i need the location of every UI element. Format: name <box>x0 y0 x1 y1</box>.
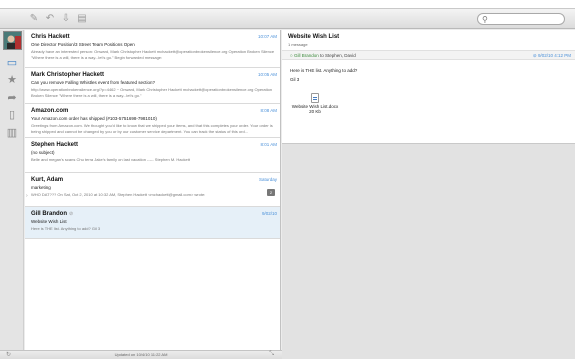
reader-sender[interactable]: Gill Brandon <box>294 53 319 58</box>
message-subject: Your Amazon.com order has shipped (#103-… <box>31 116 157 121</box>
header-sender-line: ○ Gill Brandon to Stephen, David <box>290 53 356 58</box>
message-sender: Gill Brandon <box>31 211 67 217</box>
body-signature: Gil 3 <box>290 77 300 82</box>
star-icon[interactable]: ★ <box>5 73 19 87</box>
message-sender: Stephen Hackett <box>31 142 79 148</box>
attachment-clip-icon: ⊘ <box>532 53 537 58</box>
body-line: Here is THE list. Anything to add? <box>290 68 358 73</box>
status-bar: ↻ Updated on 10/4/10 11:22 AM ⤡ <box>0 350 282 359</box>
message-date: 10:05 AM <box>257 72 277 77</box>
sent-icon[interactable]: ➦ <box>5 91 19 105</box>
message-sender-row: Gill Brandon ⊘ <box>31 211 275 217</box>
resize-handle-icon[interactable]: ⤡ <box>269 351 274 358</box>
list-item[interactable]: › Kurt, Adam Saturday marketing WHO DAT?… <box>25 173 280 207</box>
filter-icon[interactable]: ▤ <box>76 13 88 25</box>
toolbar: ✎ ↶ ⇩ ▤ ⚲ <box>0 9 575 29</box>
message-subject: Website Wish List <box>31 219 67 224</box>
message-sender: Mark Christopher Hackett <box>31 72 105 78</box>
paperclip-icon: ⊘ <box>69 211 74 217</box>
conversation-title: Website Wish List <box>288 34 340 40</box>
archive-icon[interactable]: ⇩ <box>60 13 72 25</box>
avatar[interactable] <box>3 31 22 50</box>
message-date: 8:01 AM <box>260 142 277 147</box>
reply-icon[interactable]: ↶ <box>44 13 56 25</box>
message-header[interactable]: ○ Gill Brandon to Stephen, David ⊘ 9/02/… <box>282 50 575 60</box>
list-item[interactable]: Stephen Hackett 8:01 AM (no subject) Bel… <box>25 138 280 173</box>
document-icon[interactable]: ▯ <box>5 108 19 122</box>
mail-window: ✎ ↶ ⇩ ▤ ⚲ ▭ ★ ➦ ▯ ▥ Chris Hackett 10:07 … <box>0 8 575 359</box>
message-subject: marketing <box>31 185 51 190</box>
sidebar: ▭ ★ ➦ ▯ ▥ <box>0 30 24 359</box>
message-body: Here is THE list. Anything to add? Gil 3 <box>290 66 357 84</box>
thread-chevron-icon[interactable]: › <box>26 193 28 199</box>
reader-recipients: to Stephen, David <box>318 53 356 58</box>
list-item-selected[interactable]: Gill Brandon ⊘ 9/02/10 Website Wish List … <box>25 207 280 239</box>
inbox-icon[interactable]: ▭ <box>5 56 19 70</box>
message-preview: Here is THE list. Anything to add? Gil 3 <box>31 226 101 231</box>
message-sender: Chris Hackett <box>31 34 70 40</box>
message-preview: Belle and megan's scans Chu terra Jake's… <box>31 157 190 162</box>
compose-icon[interactable]: ✎ <box>28 13 40 25</box>
message-sender: Kurt, Adam <box>31 177 64 183</box>
trash-icon[interactable]: ▥ <box>5 126 19 140</box>
message-count: 1 message <box>288 42 308 47</box>
message-card: Website Wish List 1 message ○ Gill Brand… <box>282 30 575 144</box>
updated-status: Updated on 10/4/10 11:22 AM <box>114 352 168 357</box>
search-input[interactable]: ⚲ <box>477 13 565 25</box>
message-sender: Amazon.com <box>31 108 69 114</box>
document-file-icon <box>311 93 319 103</box>
list-item[interactable]: Amazon.com 8:08 AM Your Amazon.com order… <box>25 104 280 138</box>
reader-date-line: ⊘ 9/02/10 4:12 PM <box>533 53 571 59</box>
thread-count-badge: 2 <box>267 189 275 196</box>
message-subject: Can you remove Falling Whistles event fr… <box>31 80 156 85</box>
message-preview: Greetings from Amazon.com. We thought yo… <box>31 123 273 134</box>
message-date: 8:08 AM <box>260 108 277 113</box>
message-preview: http://www.operationbrokensilence.org/?p… <box>31 87 273 98</box>
message-date: 10:07 AM <box>257 34 277 39</box>
reading-pane: Website Wish List 1 message ○ Gill Brand… <box>282 30 575 359</box>
message-list: Chris Hackett 10:07 AM One Director Posi… <box>25 30 281 350</box>
message-subject: One Director Position/3 Street Team Posi… <box>31 42 135 47</box>
attachment-size: 20 Kb <box>309 109 321 114</box>
message-date: Saturday <box>258 177 277 182</box>
search-icon: ⚲ <box>482 15 488 24</box>
list-item[interactable]: Chris Hackett 10:07 AM One Director Posi… <box>25 30 280 68</box>
message-subject: (no subject) <box>31 150 55 155</box>
reader-date: 9/02/10 4:12 PM <box>537 53 571 58</box>
message-date: 9/02/10 <box>261 211 277 216</box>
attachment[interactable]: Website Wish List.docx 20 Kb <box>290 93 340 114</box>
message-preview: Already have an interested person: Onwar… <box>31 49 275 60</box>
message-preview: WHO DAT??? On Sat, Oct 2, 2010 at 10:32 … <box>31 192 206 197</box>
list-item[interactable]: Mark Christopher Hackett 10:05 AM Can yo… <box>25 68 280 104</box>
